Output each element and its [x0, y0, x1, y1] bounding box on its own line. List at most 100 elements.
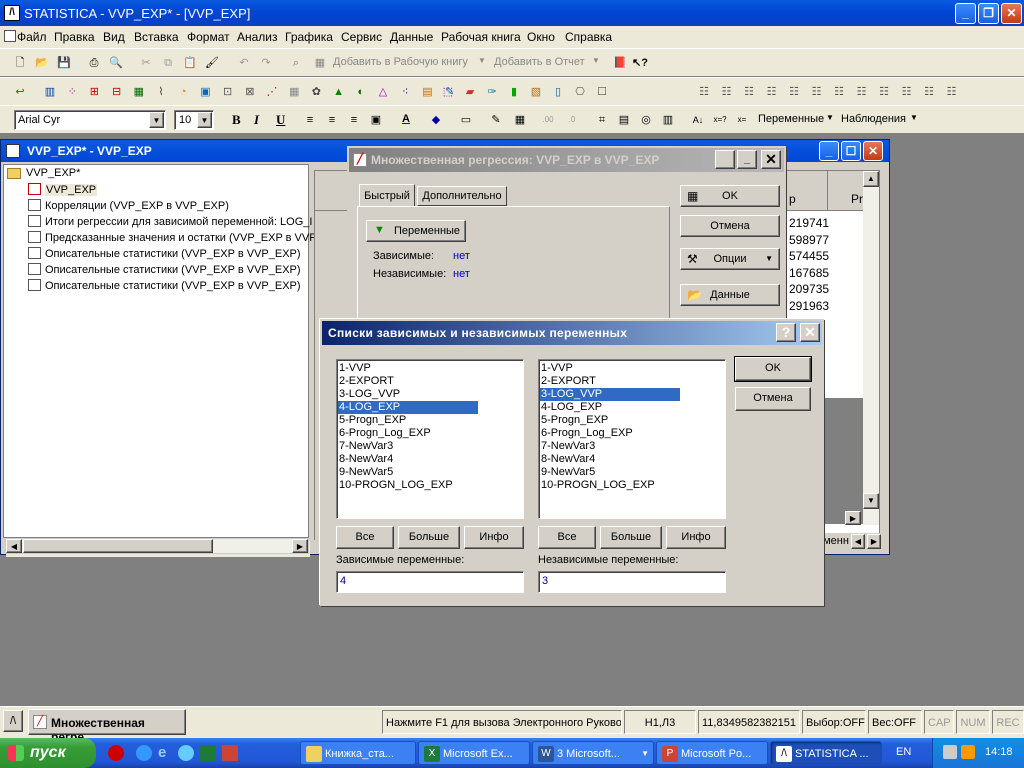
- bivariate-icon[interactable]: ⬚: [440, 84, 456, 100]
- list-item[interactable]: 9-NewVar5: [540, 466, 725, 479]
- marker-icon[interactable]: ✎: [488, 112, 504, 128]
- ternary-plot-icon[interactable]: △: [375, 84, 391, 100]
- graph-layout-9-icon[interactable]: ☷: [854, 84, 870, 100]
- icon-plot-icon[interactable]: ✿: [308, 84, 324, 100]
- spec-icon[interactable]: ▤: [616, 112, 632, 128]
- tab-prev-icon[interactable]: ◀: [851, 534, 865, 549]
- variables-button[interactable]: ▼ Переменные: [366, 220, 466, 242]
- mr-ok-button[interactable]: ▦ OK: [680, 185, 780, 207]
- decimal-icon[interactable]: .00: [540, 112, 556, 128]
- vertical-icon[interactable]: ▯: [550, 84, 566, 100]
- merge-icon[interactable]: ▣: [368, 112, 384, 128]
- tree-item-predicted[interactable]: Предсказанные значения и остатки (VVP_EX…: [28, 230, 317, 246]
- add-workbook-icon[interactable]: ▦: [312, 55, 328, 71]
- cell-value[interactable]: 167685: [789, 266, 829, 280]
- graph-layout-2-icon[interactable]: ☷: [696, 84, 712, 100]
- copy-icon[interactable]: ⧉: [160, 55, 176, 71]
- graph-layout-5-icon[interactable]: ☷: [764, 84, 780, 100]
- tab-advanced[interactable]: Дополнительно: [417, 186, 507, 206]
- add-report-button[interactable]: Добавить в Отчет: [494, 56, 585, 68]
- restore-button[interactable]: ❐: [978, 3, 999, 24]
- list-item[interactable]: 2-EXPORT: [338, 375, 523, 388]
- language-indicator[interactable]: EN: [896, 746, 911, 758]
- select-icon[interactable]: ▥: [660, 112, 676, 128]
- tray-app-icon[interactable]: [961, 745, 975, 759]
- status-doc-button[interactable]: ╱ Множественная регре...: [28, 709, 186, 744]
- list-item[interactable]: 4-LOG_EXP: [338, 401, 478, 414]
- menu-tools[interactable]: Сервис: [341, 30, 382, 44]
- scroll-right-icon[interactable]: ▶: [292, 539, 308, 553]
- quick-stats-icon[interactable]: ▮: [506, 84, 522, 100]
- undo-icon[interactable]: ↶: [236, 55, 252, 71]
- filter-icon[interactable]: ◎: [638, 112, 654, 128]
- menu-workbook[interactable]: Рабочая книга: [441, 30, 521, 44]
- add-workbook-button[interactable]: Добавить в Рабочую книгу: [333, 56, 468, 68]
- list-item[interactable]: 6-Progn_Log_EXP: [540, 427, 725, 440]
- minimize-button[interactable]: _: [737, 150, 757, 169]
- pie-chart-icon[interactable]: ◔: [175, 84, 191, 100]
- brush-icon[interactable]: ✑: [484, 84, 500, 100]
- tree-item-descriptive-1[interactable]: Описательные статистики (VVP_EXP в VVP_E…: [28, 246, 301, 262]
- menu-help[interactable]: Справка: [565, 30, 612, 44]
- list-item[interactable]: 5-Progn_EXP: [540, 414, 725, 427]
- cell-value[interactable]: 574455: [789, 249, 829, 263]
- menu-view[interactable]: Вид: [103, 30, 125, 44]
- chevron-down-icon[interactable]: ▼: [149, 112, 164, 128]
- tree-item-descriptive-2[interactable]: Описательные статистики (VVP_EXP в VVP_E…: [28, 262, 301, 278]
- indep-vars-input[interactable]: 3: [538, 571, 726, 593]
- close-button[interactable]: ✕: [761, 150, 781, 169]
- right-all-button[interactable]: Все: [538, 526, 596, 549]
- fill-color-icon[interactable]: ◆: [428, 112, 444, 128]
- scroll-up-icon[interactable]: ▲: [863, 171, 879, 187]
- cell-value[interactable]: 219741: [789, 216, 829, 230]
- status-app-icon[interactable]: /\: [3, 710, 23, 732]
- close-button[interactable]: ✕: [1001, 3, 1022, 24]
- list-item[interactable]: 2-EXPORT: [540, 375, 725, 388]
- list-item[interactable]: 1-VVP: [540, 362, 725, 375]
- tree-item-correlations[interactable]: Корреляции (VVP_EXP в VVP_EXP): [28, 198, 229, 214]
- back-arrow-icon[interactable]: ↩: [12, 84, 28, 100]
- network-icon[interactable]: [943, 745, 957, 759]
- tab-quick[interactable]: Быстрый: [359, 184, 415, 206]
- redo-icon[interactable]: ↷: [258, 55, 274, 71]
- browser-icon[interactable]: [178, 745, 194, 761]
- graph-layout-13-icon[interactable]: ☷: [944, 84, 960, 100]
- var-cancel-button[interactable]: Отмена: [735, 387, 811, 411]
- graph-tool-icon[interactable]: ⎔: [572, 84, 588, 100]
- formula-icon[interactable]: x=: [734, 112, 750, 128]
- menu-window[interactable]: Окно: [527, 30, 555, 44]
- close-button[interactable]: ✕: [800, 323, 820, 342]
- vscroll[interactable]: ▲ ▼: [863, 171, 879, 525]
- histogram-icon[interactable]: ▥: [42, 84, 58, 100]
- font-name-select[interactable]: Arial Cyr ▼: [14, 110, 166, 130]
- menu-file[interactable]: Файл: [17, 30, 47, 44]
- decimal-remove-icon[interactable]: .0: [564, 112, 580, 128]
- var-ok-button[interactable]: OK: [734, 356, 812, 382]
- list-item[interactable]: 1-VVP: [338, 362, 523, 375]
- range-plot-icon[interactable]: ⊡: [220, 84, 236, 100]
- list-item[interactable]: 9-NewVar5: [338, 466, 523, 479]
- left-info-button[interactable]: Инфо: [464, 526, 524, 549]
- list-item[interactable]: 3-LOG_VVP: [540, 388, 680, 401]
- menu-edit[interactable]: Правка: [54, 30, 95, 44]
- open-folder-icon[interactable]: 📂: [34, 55, 50, 71]
- independent-variable-list[interactable]: 1-VVP 2-EXPORT 3-LOG_VVP 4-LOG_EXP 5-Progn_E…: [538, 359, 726, 519]
- means-plot-icon[interactable]: ⊞: [86, 84, 102, 100]
- graph-layout-8-icon[interactable]: ☷: [831, 84, 847, 100]
- maximize-button[interactable]: ☐: [841, 141, 861, 161]
- surface-plot-icon[interactable]: ▲: [331, 84, 347, 100]
- help-button[interactable]: ?: [776, 323, 796, 342]
- save-icon[interactable]: 💾: [56, 55, 72, 71]
- variables-menu[interactable]: Переменные: [758, 113, 824, 125]
- scatterplot-icon[interactable]: ⁘: [64, 84, 80, 100]
- sequential-icon[interactable]: ▤: [419, 84, 435, 100]
- close-button[interactable]: ✕: [863, 141, 883, 161]
- list-item[interactable]: 3-LOG_VVP: [338, 388, 523, 401]
- print-icon[interactable]: ⎙: [86, 55, 102, 71]
- help-button[interactable]: ?: [715, 150, 735, 169]
- boxplot-icon[interactable]: ⊠: [242, 84, 258, 100]
- task-word[interactable]: W3 Microsoft... ▼: [532, 741, 654, 765]
- cut-icon[interactable]: ✂: [138, 55, 154, 71]
- paste-icon[interactable]: 📋: [182, 55, 198, 71]
- task-excel[interactable]: X Microsoft Ex...: [418, 741, 530, 765]
